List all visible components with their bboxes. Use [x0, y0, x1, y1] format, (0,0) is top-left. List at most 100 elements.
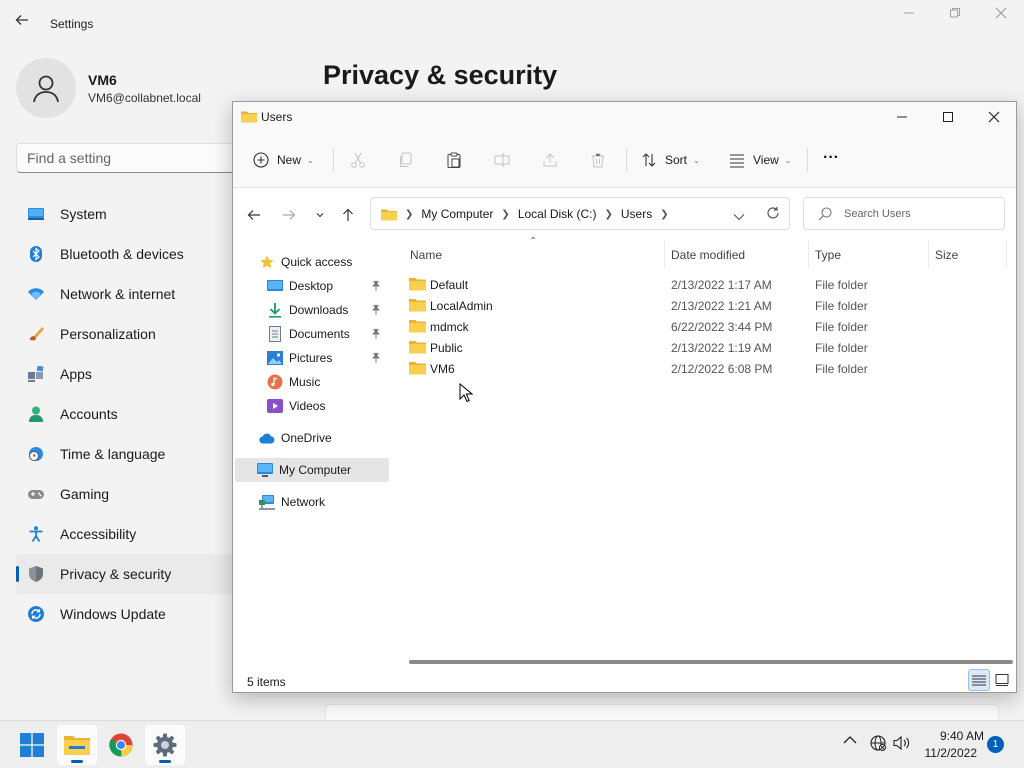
taskbar-file-explorer[interactable]	[57, 725, 97, 765]
breadcrumb-local-disk[interactable]: Local Disk (C:)	[518, 207, 597, 221]
large-icons-view-button[interactable]	[991, 669, 1013, 691]
search-input[interactable]: Search Users	[803, 197, 1005, 230]
column-header-type[interactable]: Type	[815, 248, 841, 262]
copy-icon[interactable]	[396, 150, 416, 170]
nav-onedrive[interactable]: OneDrive	[235, 426, 389, 450]
explorer-maximize-button[interactable]	[925, 102, 971, 132]
nav-item-accounts[interactable]: Accounts	[16, 394, 246, 434]
nav-label: Network	[281, 495, 326, 509]
avatar[interactable]	[16, 58, 76, 118]
nav-music[interactable]: Music	[235, 370, 389, 394]
rename-icon[interactable]	[492, 150, 512, 170]
show-hidden-icons-button[interactable]	[842, 735, 858, 745]
search-placeholder: Search Users	[844, 208, 911, 220]
nav-label: OneDrive	[281, 431, 332, 445]
back-button[interactable]	[243, 204, 265, 226]
nav-item-bluetooth[interactable]: Bluetooth & devices	[16, 234, 246, 274]
nav-documents[interactable]: Documents	[235, 322, 389, 346]
explorer-close-button[interactable]	[971, 102, 1017, 132]
pin-icon	[371, 328, 381, 342]
paste-icon[interactable]	[444, 150, 464, 170]
breadcrumb-my-computer[interactable]: My Computer	[421, 207, 493, 221]
nav-downloads[interactable]: Downloads	[235, 298, 389, 322]
nav-item-network[interactable]: Network & internet	[16, 274, 246, 314]
column-divider[interactable]	[928, 240, 929, 268]
column-divider[interactable]	[808, 240, 809, 268]
details-view-button[interactable]	[968, 669, 990, 691]
address-history-button[interactable]	[733, 209, 745, 227]
view-button[interactable]: View ⌄	[729, 146, 792, 174]
nav-quick-access[interactable]: Quick access	[235, 250, 389, 274]
file-date: 2/13/2022 1:21 AM	[671, 299, 772, 313]
column-divider[interactable]	[664, 240, 665, 268]
nav-network[interactable]: Network	[235, 490, 389, 514]
cloud-icon	[259, 430, 275, 446]
explorer-minimize-button[interactable]	[879, 102, 925, 132]
sort-button[interactable]: Sort ⌄	[641, 146, 700, 174]
back-arrow-icon[interactable]	[14, 12, 34, 36]
recent-locations-button[interactable]	[309, 204, 331, 226]
column-header-size[interactable]: Size	[935, 248, 958, 262]
table-row[interactable]: mdmck 6/22/2022 3:44 PM File folder	[399, 316, 1009, 337]
large-icons-view-icon	[995, 674, 1009, 686]
new-button[interactable]: New ⌄	[253, 146, 314, 174]
notification-badge[interactable]: 1	[987, 736, 1004, 753]
column-divider[interactable]	[1006, 240, 1007, 268]
address-bar[interactable]: ❯ My Computer ❯ Local Disk (C:) ❯ Users …	[370, 197, 790, 230]
nav-item-personalization[interactable]: Personalization	[16, 314, 246, 354]
share-icon[interactable]	[540, 150, 560, 170]
nav-item-accessibility[interactable]: Accessibility	[16, 514, 246, 554]
more-options-button[interactable]: ···	[823, 144, 839, 172]
nav-label: Bluetooth & devices	[60, 246, 184, 262]
delete-icon[interactable]	[588, 150, 608, 170]
settings-content-card	[325, 704, 999, 720]
up-button[interactable]	[337, 204, 359, 226]
nav-item-gaming[interactable]: Gaming	[16, 474, 246, 514]
details-view-icon	[972, 675, 986, 686]
refresh-button[interactable]	[766, 206, 780, 225]
nav-item-windows-update[interactable]: Windows Update	[16, 594, 246, 634]
network-status-icon[interactable]	[869, 735, 887, 751]
clock-time[interactable]: 9:40 AM	[920, 729, 984, 743]
nav-my-computer[interactable]: My Computer	[235, 458, 389, 482]
nav-videos[interactable]: Videos	[235, 394, 389, 418]
pin-icon	[371, 280, 381, 294]
settings-minimize-button[interactable]	[886, 6, 932, 28]
nav-item-privacy-security[interactable]: Privacy & security	[16, 554, 246, 594]
taskbar-settings[interactable]	[145, 725, 185, 765]
clock-date[interactable]: 11/2/2022	[920, 746, 978, 760]
nav-item-system[interactable]: System	[16, 194, 246, 234]
breadcrumb-users[interactable]: Users	[621, 207, 652, 221]
folder-icon	[241, 110, 257, 128]
breadcrumb-separator-icon[interactable]: ❯	[605, 209, 613, 220]
settings-search-placeholder: Find a setting	[27, 150, 112, 166]
column-header-date[interactable]: Date modified	[671, 248, 745, 262]
explorer-titlebar[interactable]: Users	[233, 102, 1016, 132]
table-row[interactable]: Default 2/13/2022 1:17 AM File folder	[399, 274, 1009, 295]
address-row: ❯ My Computer ❯ Local Disk (C:) ❯ Users …	[233, 188, 1016, 240]
settings-close-button[interactable]	[978, 6, 1024, 28]
nav-pictures[interactable]: Pictures	[235, 346, 389, 370]
volume-icon[interactable]	[892, 735, 912, 751]
forward-button[interactable]	[278, 204, 300, 226]
settings-titlebar: Settings	[0, 0, 1024, 48]
nav-item-apps[interactable]: Apps	[16, 354, 246, 394]
table-row[interactable]: LocalAdmin 2/13/2022 1:21 AM File folder	[399, 295, 1009, 316]
horizontal-scrollbar[interactable]	[409, 660, 1013, 664]
table-row[interactable]: Public 2/13/2022 1:19 AM File folder	[399, 337, 1009, 358]
toolbar-divider	[626, 148, 627, 172]
table-row[interactable]: VM6 2/12/2022 6:08 PM File folder	[399, 358, 1009, 379]
file-type: File folder	[815, 278, 868, 292]
breadcrumb-separator-icon[interactable]: ❯	[660, 209, 668, 220]
cut-icon[interactable]	[348, 150, 368, 170]
settings-restore-button[interactable]	[932, 6, 978, 28]
taskbar-chrome[interactable]	[101, 725, 141, 765]
nav-item-time-language[interactable]: Time & language	[16, 434, 246, 474]
sort-ascending-icon: ⌃	[529, 236, 538, 247]
breadcrumb-separator-icon[interactable]: ❯	[501, 209, 509, 220]
column-header-name[interactable]: Name	[410, 248, 442, 262]
nav-desktop[interactable]: Desktop	[235, 274, 389, 298]
mouse-cursor-icon	[459, 382, 474, 408]
start-button[interactable]	[12, 725, 52, 765]
settings-search-input[interactable]: Find a setting	[16, 143, 256, 173]
